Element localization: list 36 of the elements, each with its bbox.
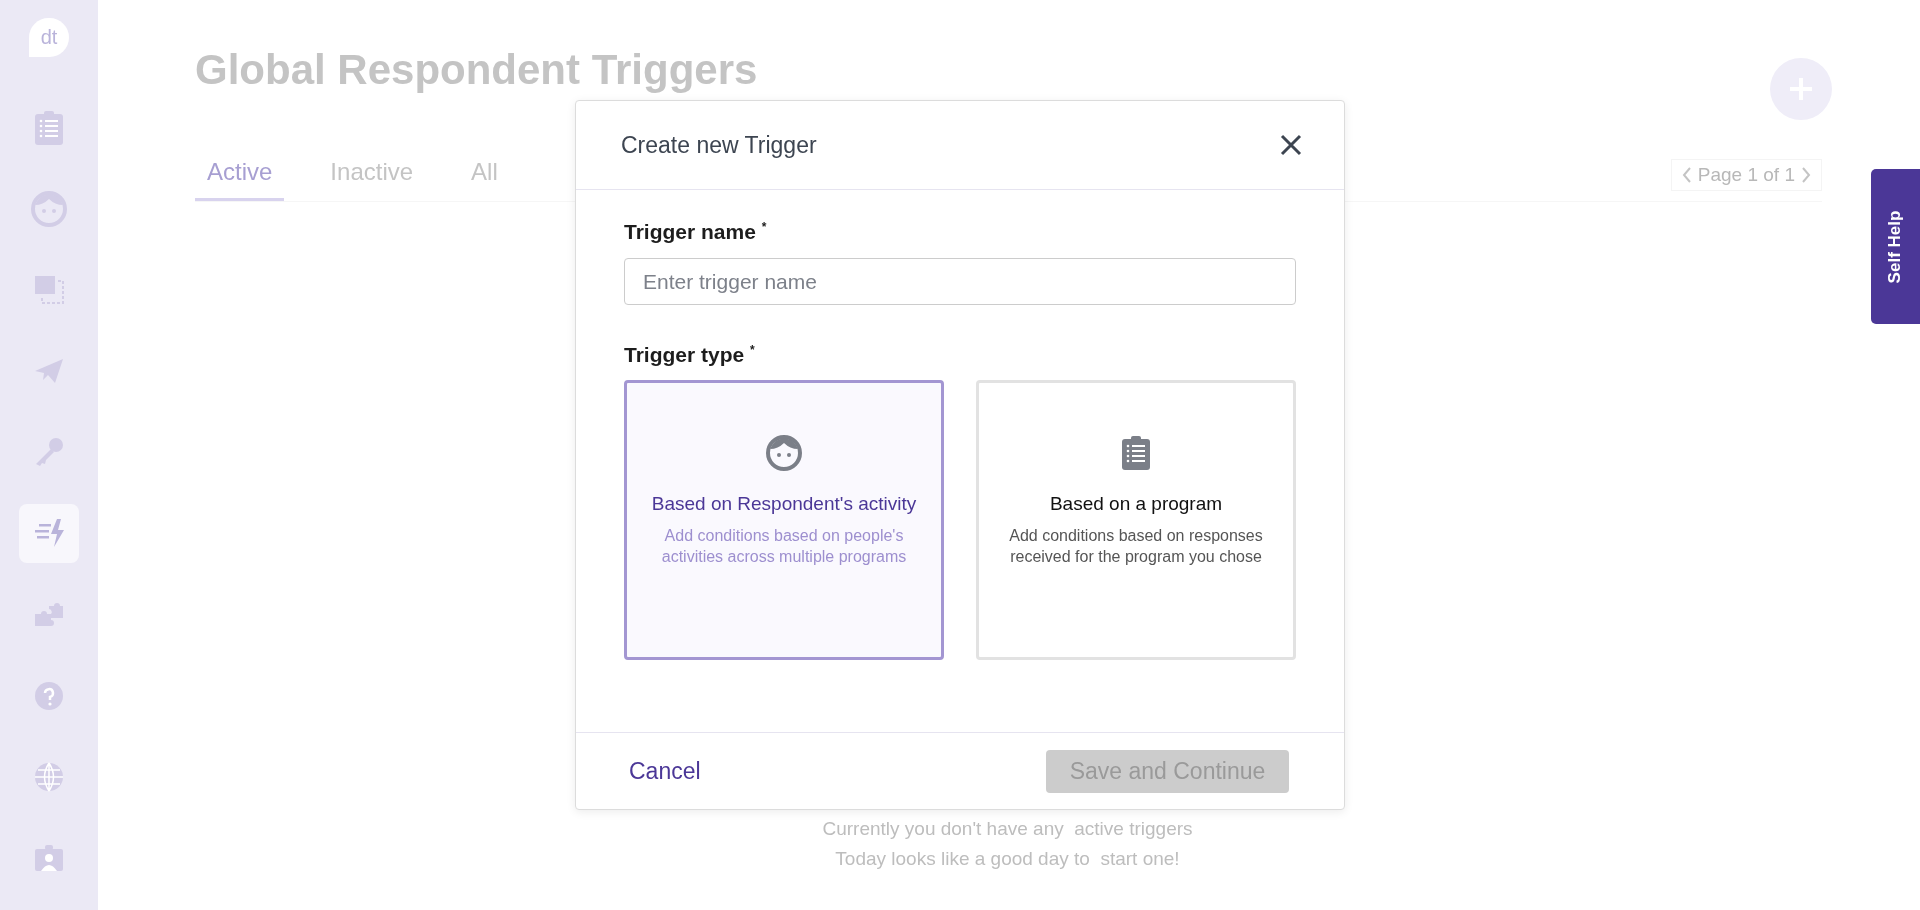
clipboard-icon <box>34 109 64 146</box>
field-label: Trigger name $^{*}$ <box>624 220 767 243</box>
option-description: Add conditions based on responses received for the program you chose <box>1008 526 1264 567</box>
puzzle-icon <box>33 601 65 628</box>
face-icon <box>31 190 67 227</box>
field-label: Trigger type $^{*}$ <box>624 343 756 367</box>
lightning-icon <box>33 518 65 549</box>
pagination: Page 1 of 1 <box>1697 164 1795 186</box>
option-title: Based on Respondent's activity <box>651 492 917 516</box>
self-help-tab[interactable]: Self Help <box>1871 169 1920 324</box>
paper-plane-icon <box>34 358 64 385</box>
face-icon <box>766 435 802 471</box>
close-button[interactable] <box>1278 132 1304 158</box>
cancel-link[interactable]: Cancel <box>623 753 707 789</box>
option-title: Based on a program <box>1049 492 1223 516</box>
logo[interactable]: dt <box>29 18 69 57</box>
page-title: Global Respondent Triggers <box>195 46 758 95</box>
option-card[interactable]: Based on Respondent's activity Add conditions based on people's activities across multiple programs <box>624 380 944 660</box>
dialog-title: Create new Trigger <box>621 131 817 159</box>
option-description: Add conditions based on people's activities across multiple programs <box>660 526 908 567</box>
chevron-left-icon[interactable] <box>1681 167 1692 183</box>
trigger-name-field[interactable]: Enter trigger name <box>624 258 1296 305</box>
key-icon <box>34 437 64 468</box>
help-icon <box>34 680 64 711</box>
screens-icon <box>34 275 64 306</box>
id-badge-icon <box>34 844 64 871</box>
tab[interactable]: All <box>459 158 510 201</box>
clipboard-icon <box>1121 435 1151 471</box>
sidebar-item[interactable] <box>19 504 79 563</box>
empty-message: Today looks like a good day to start one! <box>835 848 1180 870</box>
tab[interactable]: Active <box>195 158 285 201</box>
option-card[interactable]: Based on a program Add conditions based on responses received for the program you chose <box>976 380 1296 660</box>
empty-message: Currently you don't have any active triggers <box>822 818 1193 840</box>
globe-icon <box>34 761 64 792</box>
chevron-right-icon[interactable] <box>1801 167 1811 183</box>
tab[interactable]: Inactive <box>318 158 426 201</box>
